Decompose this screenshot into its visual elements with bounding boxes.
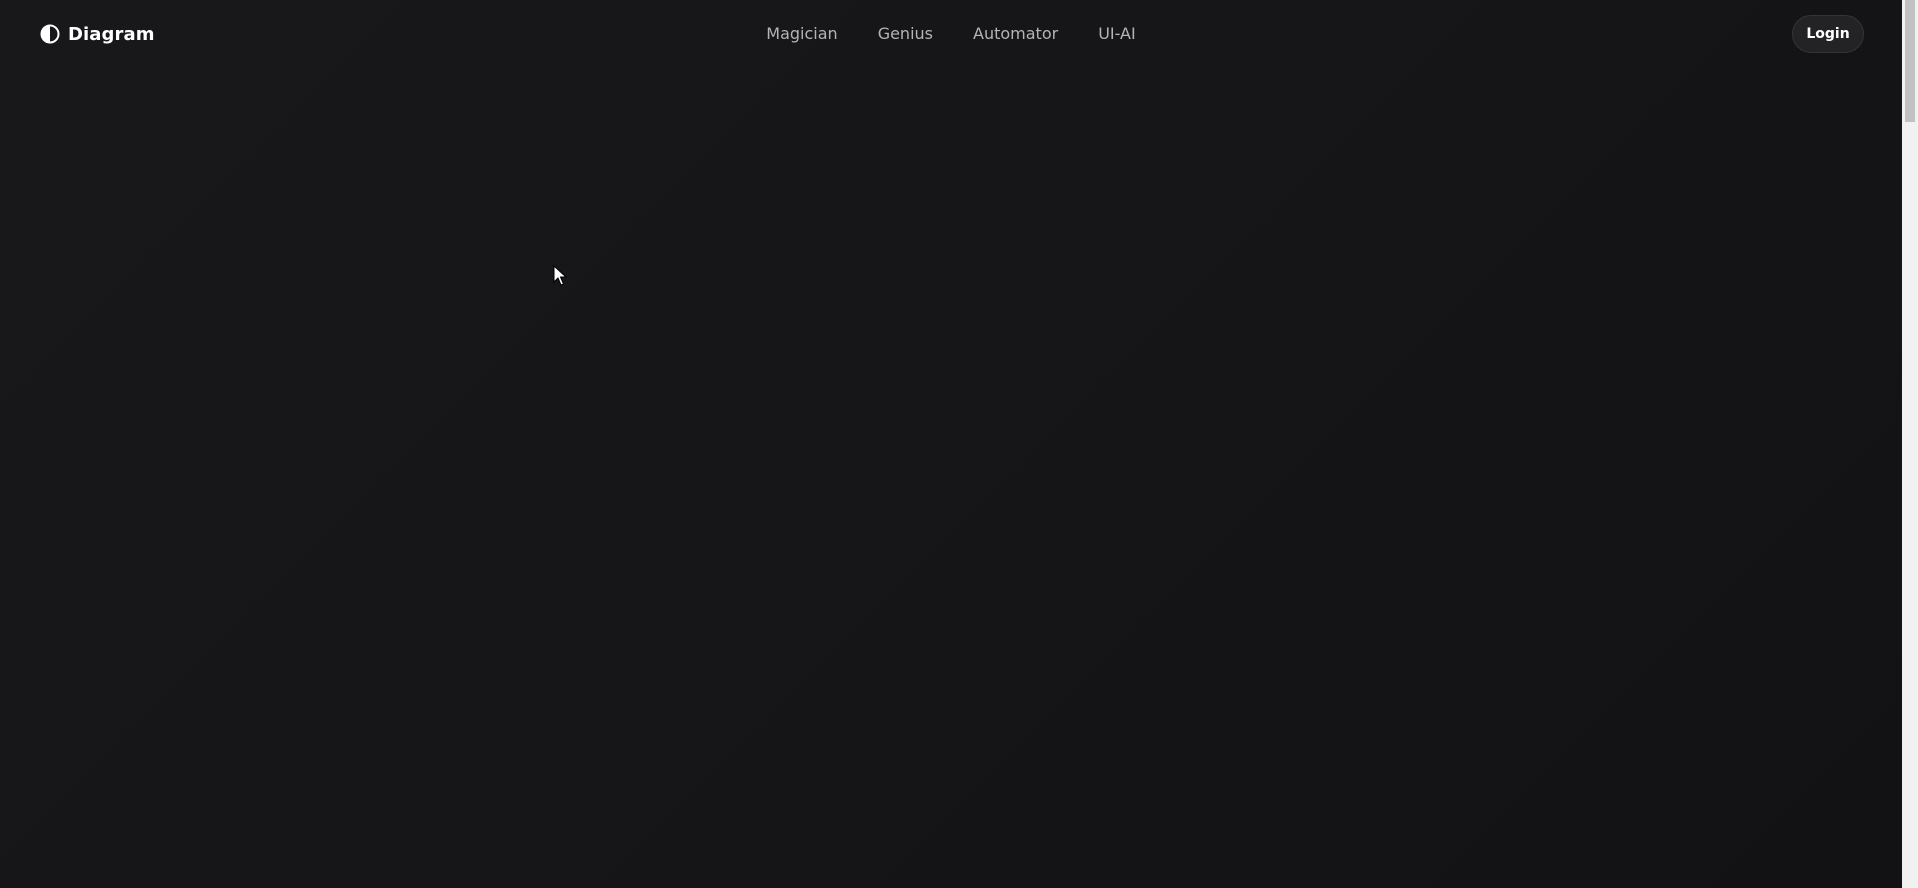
half-circle-logo-icon xyxy=(40,24,60,44)
vertical-scrollbar[interactable] xyxy=(1902,0,1918,888)
nav-link-genius[interactable]: Genius xyxy=(878,22,933,46)
scrollbar-thumb[interactable] xyxy=(1905,0,1915,122)
login-button[interactable]: Login xyxy=(1792,15,1864,53)
nav-link-magician[interactable]: Magician xyxy=(766,22,837,46)
mouse-cursor-icon xyxy=(553,265,567,286)
nav-link-automator[interactable]: Automator xyxy=(973,22,1058,46)
brand-logo-link[interactable]: Diagram xyxy=(40,22,155,46)
nav-links: Magician Genius Automator UI-AI xyxy=(0,22,1902,46)
brand-name: Diagram xyxy=(68,23,155,45)
page: Diagram Magician Genius Automator UI-AI … xyxy=(0,0,1918,888)
nav-link-ui-ai[interactable]: UI-AI xyxy=(1098,22,1136,46)
top-navigation: Diagram Magician Genius Automator UI-AI … xyxy=(0,0,1902,68)
